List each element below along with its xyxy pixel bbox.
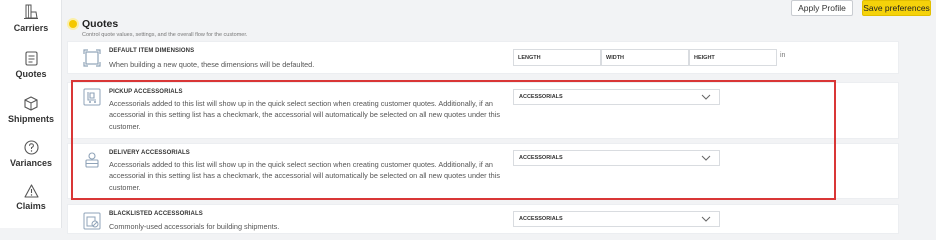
delivery-accessorials-select[interactable]: ACCESSORIALS (513, 150, 720, 166)
row-description: Commonly-used accessorials for building … (109, 222, 280, 231)
delivery-icon (85, 152, 99, 168)
sidebar-item-label: Quotes (15, 69, 47, 79)
sidebar-item-shipments[interactable]: Shipments (0, 96, 62, 124)
select-label: ACCESSORIALS (519, 216, 563, 222)
warning-icon (23, 184, 39, 198)
section-title: Quotes (82, 18, 119, 30)
setting-row-delivery-accessorials: DELIVERY ACCESSORIALS Accessorials added… (67, 143, 899, 199)
main-content: Apply Profile Save preferences Quotes Co… (62, 0, 936, 234)
setting-row-default-dimensions: DEFAULT ITEM DIMENSIONS When building a … (67, 41, 899, 74)
sidebar-item-label: Carriers (13, 23, 49, 33)
row-title: DELIVERY ACCESSORIALS (109, 150, 190, 156)
setting-row-blacklisted-accessorials: BLACKLISTED ACCESSORIALS Commonly-used a… (67, 204, 899, 234)
quotes-icon (24, 51, 38, 66)
height-input[interactable]: HEIGHT (689, 49, 777, 66)
sidebar-item-label: Shipments (7, 114, 54, 124)
row-title: PICKUP ACCESSORIALS (109, 89, 183, 95)
section-subtitle: Control quote values, settings, and the … (82, 32, 248, 38)
blacklist-icon (83, 212, 101, 230)
row-title: BLACKLISTED ACCESSORIALS (109, 211, 203, 217)
dimension-unit: in (780, 52, 786, 59)
row-description: When building a new quote, these dimensi… (109, 60, 315, 69)
row-title: DEFAULT ITEM DIMENSIONS (109, 48, 195, 54)
sidebar-item-carriers[interactable]: Carriers (0, 4, 62, 33)
dimensions-icon (83, 49, 101, 67)
sidebar-item-claims[interactable]: Claims (0, 184, 62, 211)
sidebar-item-label: Variances (9, 158, 53, 168)
select-label: ACCESSORIALS (519, 94, 563, 100)
row-description: Accessorials added to this list will sho… (109, 99, 500, 131)
chevron-down-icon (701, 216, 711, 222)
apply-profile-button[interactable]: Apply Profile (791, 0, 853, 16)
select-label: ACCESSORIALS (519, 155, 563, 161)
sidebar-item-label: Claims (16, 201, 46, 211)
sidebar-item-variances[interactable]: Variances (0, 140, 62, 168)
pickup-accessorials-select[interactable]: ACCESSORIALS (513, 89, 720, 105)
width-input[interactable]: WIDTH (601, 49, 689, 66)
length-input[interactable]: LENGTH (513, 49, 601, 66)
section-indicator-dot (69, 20, 77, 28)
save-preferences-button[interactable]: Save preferences (862, 0, 931, 16)
help-circle-icon (23, 140, 39, 155)
row-description: Accessorials added to this list will sho… (109, 160, 500, 192)
sidebar: Carriers Quotes Shipments Variances Clai… (0, 0, 62, 228)
shipments-icon (24, 96, 38, 111)
blacklisted-accessorials-select[interactable]: ACCESSORIALS (513, 211, 720, 227)
carriers-icon (24, 4, 38, 19)
pickup-icon (83, 88, 101, 106)
sidebar-item-quotes[interactable]: Quotes (0, 51, 62, 79)
chevron-down-icon (701, 94, 711, 100)
setting-row-pickup-accessorials: PICKUP ACCESSORIALS Accessorials added t… (67, 82, 899, 139)
chevron-down-icon (701, 155, 711, 161)
